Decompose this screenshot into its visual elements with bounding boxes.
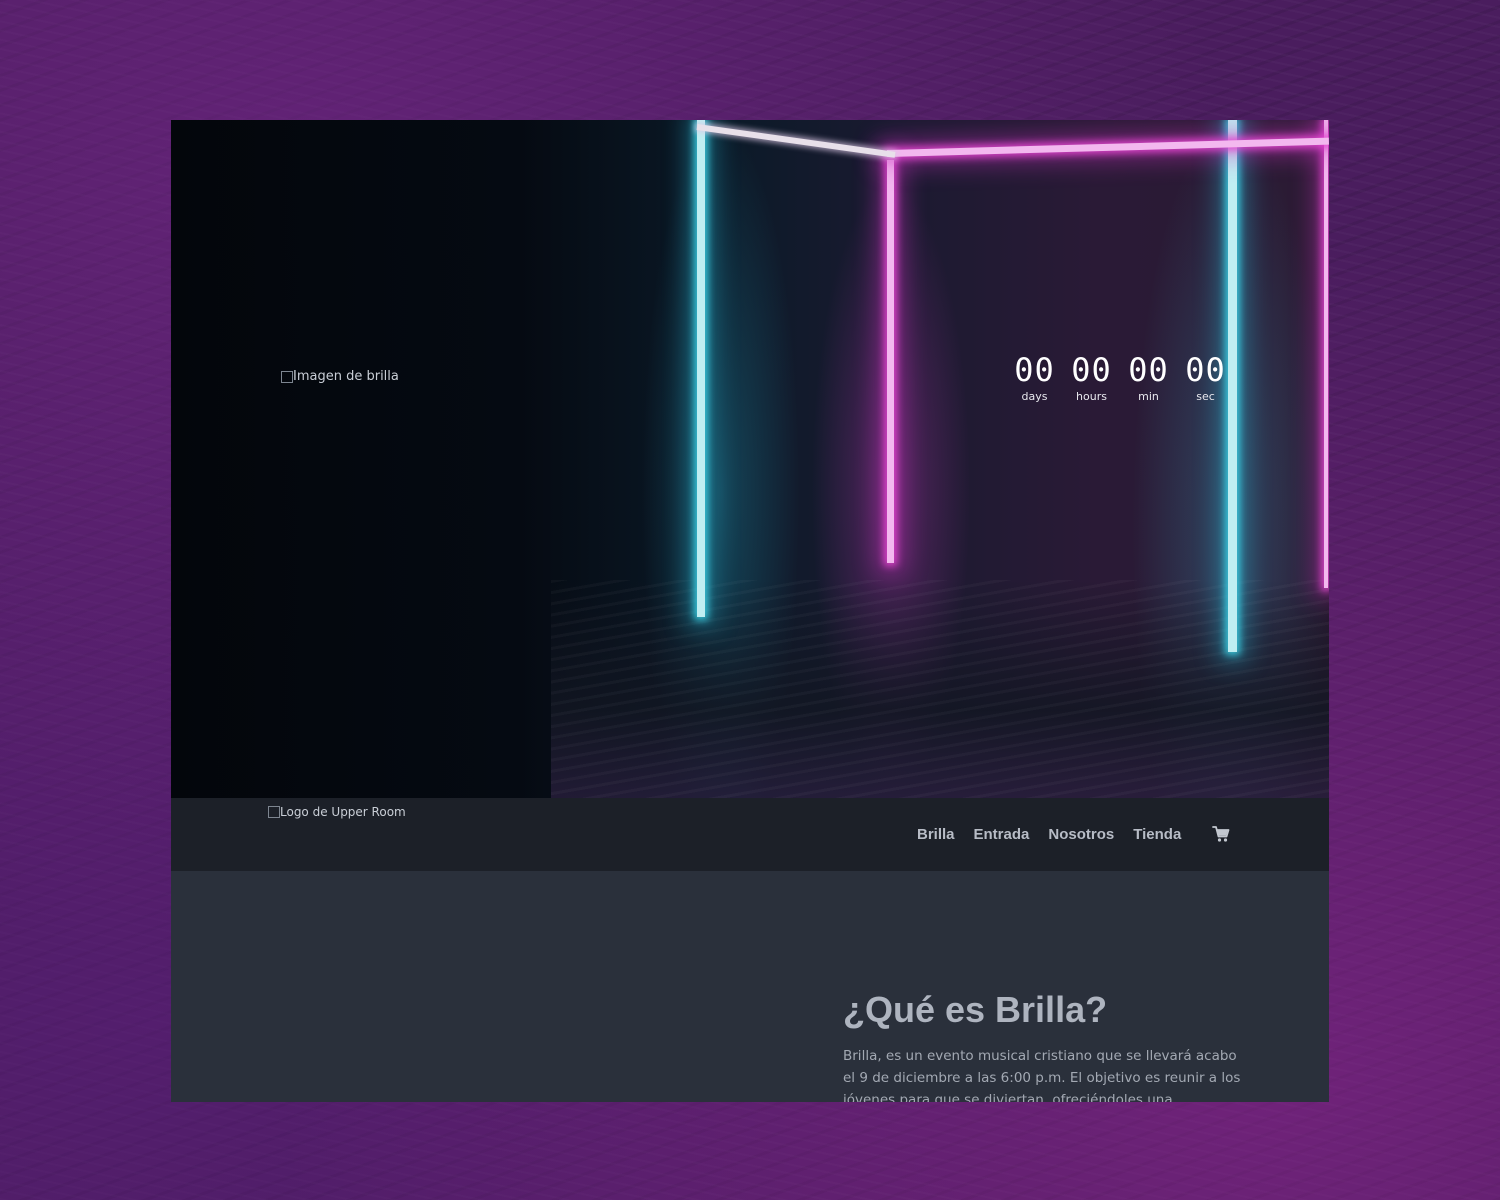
countdown-seconds-value: 00 — [1185, 351, 1226, 389]
shopping-cart-icon[interactable] — [1211, 824, 1231, 844]
broken-image-icon — [268, 806, 280, 818]
countdown-hours-label: hours — [1076, 390, 1107, 403]
hero-section: Imagen de brilla 00 days 00 hours 00 min… — [171, 120, 1329, 798]
neon-bar-middle — [887, 160, 894, 563]
countdown-minutes-value: 00 — [1128, 351, 1169, 389]
countdown-days: 00 days — [1013, 352, 1056, 403]
site-header: Logo de Upper Room Brilla Entrada Nosotr… — [171, 798, 1329, 871]
hero-image-alt-text: Imagen de brilla — [293, 369, 399, 384]
upper-room-logo[interactable]: Logo de Upper Room — [268, 805, 406, 819]
countdown-hours-value: 00 — [1071, 351, 1112, 389]
section-description: Brilla, es un evento musical cristiano q… — [843, 1048, 1241, 1102]
main-nav: Brilla Entrada Nosotros Tienda — [917, 826, 1181, 843]
neon-bar-right — [1228, 120, 1237, 652]
hero-water-reflection — [551, 580, 1329, 798]
countdown-timer: 00 days 00 hours 00 min 00 sec — [1013, 352, 1227, 403]
countdown-seconds-label: sec — [1196, 390, 1215, 403]
about-section: ¿Qué es Brilla? Brilla, es un evento mus… — [171, 871, 1329, 1102]
countdown-minutes-label: min — [1138, 390, 1159, 403]
nav-item-nosotros[interactable]: Nosotros — [1048, 826, 1114, 843]
nav-item-entrada[interactable]: Entrada — [974, 826, 1030, 843]
logo-alt-text: Logo de Upper Room — [280, 805, 406, 819]
countdown-seconds: 00 sec — [1184, 352, 1227, 403]
website-viewport: Imagen de brilla 00 days 00 hours 00 min… — [171, 120, 1329, 1102]
countdown-minutes: 00 min — [1127, 352, 1170, 403]
broken-image-icon — [281, 370, 293, 383]
neon-bar-edge — [1324, 120, 1328, 588]
nav-item-brilla[interactable]: Brilla — [917, 826, 955, 843]
countdown-hours: 00 hours — [1070, 352, 1113, 403]
nav-item-tienda[interactable]: Tienda — [1133, 826, 1181, 843]
countdown-days-value: 00 — [1014, 351, 1055, 389]
hero-brilla-image: Imagen de brilla — [281, 369, 399, 384]
section-title: ¿Qué es Brilla? — [843, 989, 1108, 1030]
neon-bar-left — [697, 120, 705, 617]
countdown-days-label: days — [1021, 390, 1048, 403]
